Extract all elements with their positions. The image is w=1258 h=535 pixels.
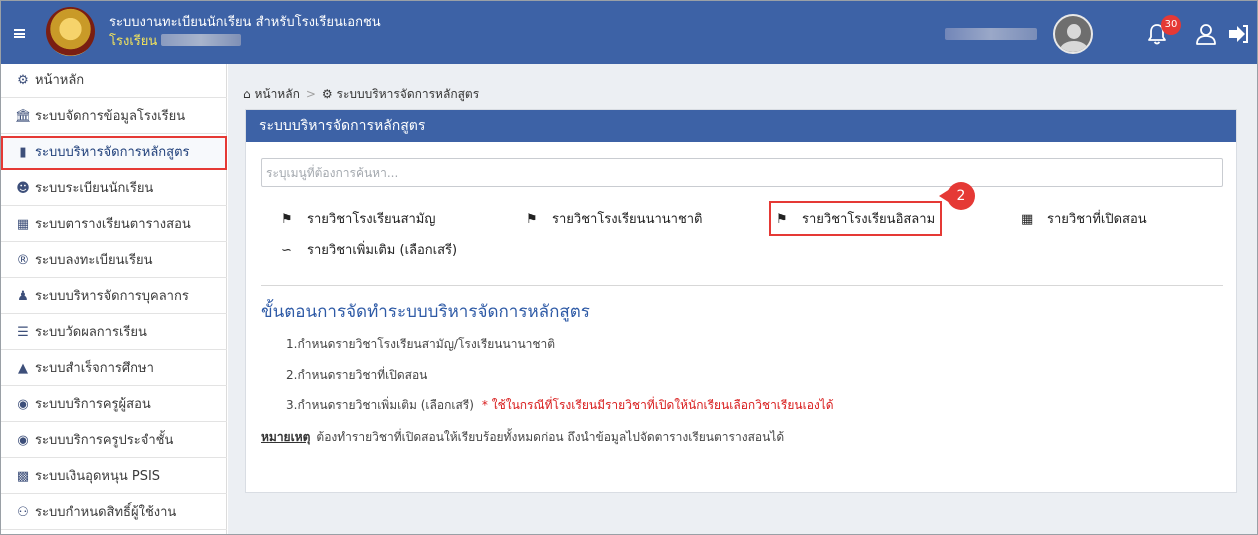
sidebar-item-school-data[interactable]: 🏛 ระบบจัดการข้อมูลโรงเรียน [1,100,227,134]
link-islamic-school-subjects[interactable]: ⚑ รายวิชาโรงเรียนอิสลาม [768,201,943,236]
user-tie-icon: ♟ [17,289,29,304]
step-3-text: 3.กำหนดรายวิชาเพิ่มเติม (เลือกเสรี) [286,398,474,412]
user-icon: ☻ [16,181,30,196]
rss-icon: ∽ [281,243,292,258]
link-general-school-subjects[interactable]: ⚑ รายวิชาโรงเรียนสามัญ [281,208,435,229]
breadcrumb: ⌂ หน้าหลัก > ⚙ ระบบบริหารจัดการหลักสูตร [243,85,479,104]
breadcrumb-home[interactable]: หน้าหลัก [254,87,299,101]
sidebar-item-permissions[interactable]: ⚇ ระบบกำหนดสิทธิ์ผู้ใช้งาน [1,496,227,530]
sidebar-item-curriculum[interactable]: ▮ ระบบบริหารจัดการหลักสูตร [1,136,227,170]
note: หมายเหตุ ต้องทำรายวิชาที่เปิดสอนให้เรียบร… [261,428,784,447]
sidebar-item-teacher-services[interactable]: ◉ ระบบบริการครูผู้สอน [1,388,227,422]
school-name: โรงเรียน [109,30,242,51]
sidebar-item-timetable[interactable]: ▦ ระบบตารางเรียนตารางสอน [1,208,227,242]
curriculum-panel: ระบบบริหารจัดการหลักสูตร ⚑ รายวิชาโรงเรีย… [245,109,1237,493]
sidebar-item-label: ระบบบริการครูผู้สอน [35,397,151,412]
graduation-cap-icon: ▲ [18,361,28,376]
sidebar-item-label: ระบบเงินอุดหนุน PSIS [35,469,161,484]
bookmark-icon: ⚑ [776,212,788,227]
book-icon: ▮ [19,145,27,160]
user-name-redacted [945,28,1037,40]
menu-search-input[interactable] [261,158,1223,187]
menu-icon[interactable] [14,29,25,38]
steps-title: ขั้นตอนการจัดทำระบบบริหารจัดการหลักสูตร [261,302,590,322]
sidebar-item-label: ระบบบริหารจัดการบุคลากร [35,289,189,304]
homeroom-circle-icon: ◉ [17,433,29,448]
breadcrumb-separator: > [305,87,316,101]
list-icon: ☰ [17,325,29,340]
sidebar-item-home[interactable]: ⚙ หน้าหลัก [1,64,227,98]
cogs-icon: ⚙ [321,87,333,101]
sidebar-item-psis[interactable]: ▩ ระบบเงินอุดหนุน PSIS [1,460,227,494]
users-icon: ⚇ [17,505,29,520]
dashboard-icon: ⚙ [17,73,29,88]
sidebar-item-assessment[interactable]: ☰ ระบบวัดผลการเรียน [1,316,227,350]
notification-badge: 30 [1161,15,1181,35]
link-label: รายวิชาที่เปิดสอน [1047,212,1147,227]
note-text: ต้องทำรายวิชาที่เปิดสอนให้เรียบร้อยทั้งห… [316,430,785,444]
sidebar-item-student-records[interactable]: ☻ ระบบระเบียนนักเรียน [1,172,227,206]
divider [261,285,1223,286]
sidebar-item-label: ระบบจัดการข้อมูลโรงเรียน [35,109,186,124]
link-open-subjects[interactable]: ▦ รายวิชาที่เปิดสอน [1021,208,1147,229]
sidebar-item-label: ระบบระเบียนนักเรียน [35,181,154,196]
sidebar-item-label: ระบบวัดผลการเรียน [35,325,147,340]
money-icon: ▩ [16,469,30,484]
bookmark-icon: ⚑ [281,212,293,227]
breadcrumb-current: ระบบบริหารจัดการหลักสูตร [336,87,480,101]
link-international-school-subjects[interactable]: ⚑ รายวิชาโรงเรียนนานาชาติ [526,208,703,229]
sidebar-item-label: ระบบกำหนดสิทธิ์ผู้ใช้งาน [35,505,177,520]
step-1: 1.กำหนดรายวิชาโรงเรียนสามัญ/โรงเรียนนานา… [286,337,556,351]
sidebar-item-label: ระบบบริการครูประจำชั้น [35,433,174,448]
sidebar-item-personnel[interactable]: ♟ ระบบบริหารจัดการบุคลากร [1,280,227,314]
home-icon: ⌂ [243,87,251,101]
sidebar-item-graduation[interactable]: ▲ ระบบสำเร็จการศึกษา [1,352,227,386]
sidebar-item-label: ระบบบริหารจัดการหลักสูตร [35,145,190,160]
school-name-redacted [161,34,242,46]
sidebar-item-label: หน้าหลัก [35,73,85,88]
bank-icon: 🏛 [15,109,32,124]
sidebar-item-label: ระบบลงทะเบียนเรียน [35,253,153,268]
step-2: 2.กำหนดรายวิชาที่เปิดสอน [286,368,428,382]
link-elective-subjects[interactable]: ∽ รายวิชาเพิ่มเติม (เลือกเสรี) [281,239,457,260]
app-window: ระบบงานทะเบียนนักเรียน สำหรับโรงเรียนเอก… [0,0,1258,535]
callout-2: 2 [939,182,975,210]
bookmark-icon: ⚑ [526,212,538,227]
link-label: รายวิชาโรงเรียนอิสลาม [802,212,936,227]
teacher-circle-icon: ◉ [17,397,29,412]
registered-icon: ® [16,253,30,268]
top-bar: ระบบงานทะเบียนนักเรียน สำหรับโรงเรียนเอก… [1,1,1257,64]
sidebar: ⚙ หน้าหลัก 🏛 ระบบจัดการข้อมูลโรงเรียน ▮ ระบ… [1,64,227,534]
school-prefix: โรงเรียน [109,34,158,49]
step-3-warning: * ใช้ในกรณีที่โรงเรียนมีรายวิชาที่เปิดให… [481,398,834,412]
link-label: รายวิชาโรงเรียนนานาชาติ [552,212,703,227]
link-label: รายวิชาเพิ่มเติม (เลือกเสรี) [307,243,458,258]
sidebar-item-label: ระบบสำเร็จการศึกษา [35,361,154,376]
note-label: หมายเหตุ [261,430,311,444]
app-title: ระบบงานทะเบียนนักเรียน สำหรับโรงเรียนเอก… [109,15,381,30]
step-3: 3.กำหนดรายวิชาเพิ่มเติม (เลือกเสรี) * ใช้… [286,396,834,415]
sidebar-item-label: ระบบตารางเรียนตารางสอน [35,217,191,232]
main-content: ⌂ หน้าหลัก > ⚙ ระบบบริหารจัดการหลักสูตร ระ… [228,64,1257,534]
school-logo [46,7,95,56]
calendar-icon: ▦ [16,217,30,232]
link-label: รายวิชาโรงเรียนสามัญ [307,212,436,227]
sidebar-item-homeroom-services[interactable]: ◉ ระบบบริการครูประจำชั้น [1,424,227,458]
avatar[interactable] [1053,14,1093,54]
user-icon[interactable] [1195,23,1217,45]
sidebar-item-enrollment[interactable]: ® ระบบลงทะเบียนเรียน [1,244,227,278]
panel-title: ระบบบริหารจัดการหลักสูตร [246,110,1236,142]
table-icon: ▦ [1021,212,1034,227]
logout-icon[interactable] [1227,24,1249,44]
